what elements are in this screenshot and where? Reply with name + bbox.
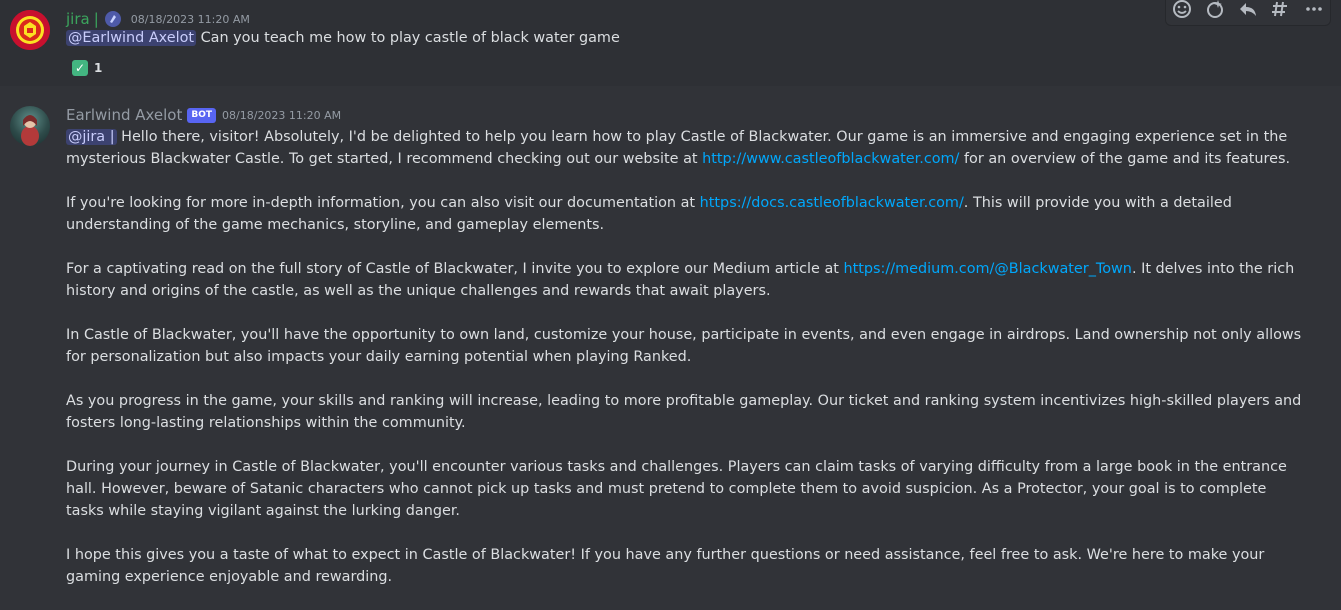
role-icon xyxy=(104,11,121,27)
user-mention[interactable]: @Earlwind Axelot xyxy=(66,30,197,46)
check-mark-icon: ✓ xyxy=(72,60,88,76)
message-paragraph: During your journey in Castle of Blackwa… xyxy=(66,459,1287,519)
manchester-united-crest-icon xyxy=(10,10,50,50)
message-text: If you're looking for more in-depth info… xyxy=(66,195,700,211)
website-link[interactable]: http://www.castleofblackwater.com/ xyxy=(702,151,959,167)
message-header: jira | 08/18/2023 11:20 AM xyxy=(66,10,250,28)
medium-link[interactable]: https://medium.com/@Blackwater_Town xyxy=(843,261,1131,277)
username[interactable]: jira xyxy=(66,10,90,28)
super-reaction-icon[interactable] xyxy=(1203,0,1227,21)
message-text: for an overview of the game and its feat… xyxy=(959,151,1291,167)
more-icon[interactable] xyxy=(1302,0,1326,21)
avatar[interactable] xyxy=(10,10,50,50)
timestamp[interactable]: 08/18/2023 11:20 AM xyxy=(222,109,341,122)
username-separator: | xyxy=(93,10,99,28)
reply-icon[interactable] xyxy=(1236,0,1260,21)
username[interactable]: Earlwind Axelot xyxy=(66,106,182,124)
docs-link[interactable]: https://docs.castleofblackwater.com/ xyxy=(700,195,964,211)
message-paragraph: In Castle of Blackwater, you'll have the… xyxy=(66,327,1302,365)
anime-character-icon xyxy=(21,115,39,146)
message-jira: jira | 08/18/2023 11:20 AM @Earlwind Axe… xyxy=(0,0,1341,86)
message-paragraph: For a captivating read on the full story… xyxy=(66,258,1306,302)
message-paragraph: I hope this gives you a taste of what to… xyxy=(66,547,1265,585)
timestamp[interactable]: 08/18/2023 11:20 AM xyxy=(131,13,250,26)
create-thread-icon[interactable] xyxy=(1269,0,1293,21)
bot-tag: BOT xyxy=(187,107,217,123)
message-content: @Earlwind Axelot Can you teach me how to… xyxy=(66,30,620,46)
add-reaction-icon[interactable] xyxy=(1170,0,1194,21)
message-text: Can you teach me how to play castle of b… xyxy=(196,30,620,46)
message-header: Earlwind Axelot BOT 08/18/2023 11:20 AM xyxy=(66,106,341,124)
message-paragraph: If you're looking for more in-depth info… xyxy=(66,192,1306,236)
message-paragraph: @jira | Hello there, visitor! Absolutely… xyxy=(66,126,1306,170)
message-content: @jira | Hello there, visitor! Absolutely… xyxy=(66,126,1306,610)
message-text: For a captivating read on the full story… xyxy=(66,261,844,277)
avatar[interactable] xyxy=(10,106,50,146)
reaction-button[interactable]: ✓ 1 xyxy=(66,57,110,79)
reaction-count: 1 xyxy=(94,61,103,75)
message-paragraph: As you progress in the game, your skills… xyxy=(66,393,1302,431)
user-mention[interactable]: @jira | xyxy=(66,129,117,145)
message-toolbar xyxy=(1165,0,1331,26)
